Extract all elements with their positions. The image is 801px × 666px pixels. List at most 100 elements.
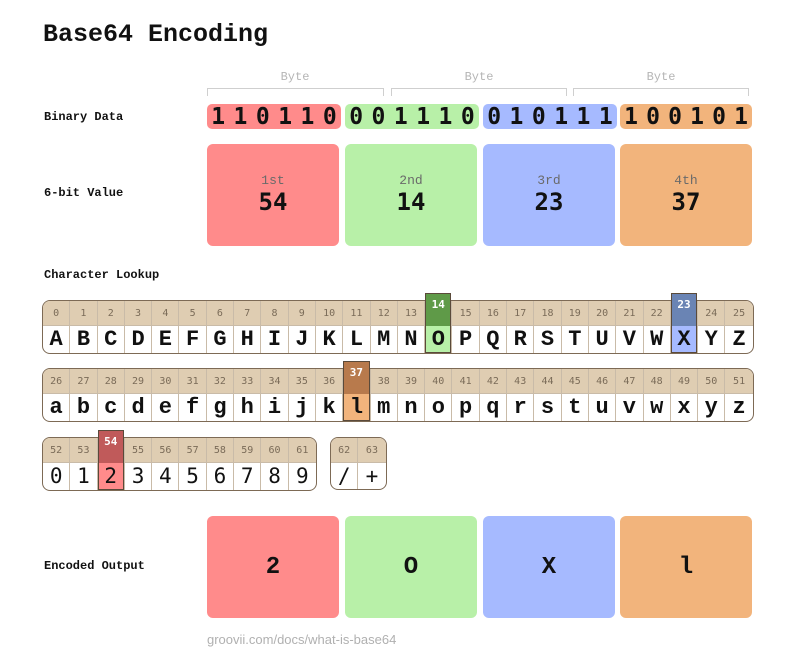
lookup-index: 33	[234, 369, 261, 394]
lookup-char: D	[131, 326, 145, 352]
lookup-index: 26	[43, 369, 70, 394]
lookup-cell-3: 3D	[124, 301, 153, 353]
lookup-char: h	[240, 394, 254, 420]
lookup-index: 42	[479, 369, 507, 394]
lookup-index: 53	[70, 438, 97, 463]
lookup-char: x	[677, 394, 691, 420]
lookup-cell-17: 17 R	[507, 301, 535, 353]
lookup-cell-61: 61 9	[288, 438, 316, 490]
lookup-index: 59	[234, 438, 261, 463]
lookup-index: 25	[725, 301, 753, 326]
encoded-char: O	[403, 553, 419, 581]
bit: 1	[624, 103, 638, 130]
bit: 1	[576, 103, 591, 130]
lookup-cell-59: 59 7	[234, 438, 262, 490]
lookup-cell-9: 9J	[288, 301, 316, 353]
lookup-cell-63: 63 +	[358, 438, 386, 489]
lookup-index: 0	[43, 301, 70, 326]
sixbit-value: 37	[671, 188, 701, 216]
lookup-cell-5: 5F	[179, 301, 207, 353]
sixbit-value: 54	[258, 188, 288, 216]
sixbit-value-label: 6-bit Value	[44, 186, 124, 200]
binary-data-label: Binary Data	[44, 110, 124, 124]
bit: 1	[509, 103, 524, 130]
lookup-index: 1	[70, 301, 97, 326]
lookup-char: H	[240, 326, 254, 352]
lookup-index: 40	[425, 369, 452, 394]
lookup-char: W	[650, 326, 664, 352]
lookup-index: 12	[370, 301, 397, 326]
sixbit-card-1: 1st 54	[207, 144, 339, 246]
lookup-cell-56: 56 4	[152, 438, 180, 490]
lookup-char: S	[540, 326, 555, 352]
lookup-char: J	[295, 326, 309, 352]
character-lookup-label: Character Lookup	[44, 268, 160, 282]
lookup-char: b	[76, 394, 91, 420]
lookup-char: 8	[268, 464, 281, 488]
lookup-char: 3	[131, 464, 145, 488]
lookup-char: l	[343, 394, 370, 421]
lookup-char: c	[104, 394, 118, 420]
bit: 0	[712, 103, 726, 130]
byte-bracket-3	[573, 88, 749, 96]
bit: 1	[690, 103, 704, 130]
lookup-char: Y	[704, 326, 718, 352]
lookup-char: 5	[186, 464, 199, 488]
lookup-cell-0: 0A	[43, 301, 71, 353]
lookup-cell-46: 46 u	[588, 369, 617, 421]
lookup-cell-47: 47 v	[616, 369, 644, 421]
bit: 1	[416, 103, 431, 130]
lookup-char: N	[404, 326, 418, 352]
lookup-char: r	[513, 394, 527, 420]
lookup-index: 14	[425, 293, 452, 326]
bit: 1	[393, 103, 408, 130]
lookup-index: 4	[152, 301, 179, 326]
lookup-char: 9	[295, 464, 309, 488]
lookup-cell-53: 53 1	[70, 438, 98, 490]
lookup-char: 6	[213, 464, 227, 488]
lookup-index: 39	[397, 369, 425, 394]
lookup-cell-11: 11 L	[343, 301, 371, 353]
lookup-cell-33: 33 h	[234, 369, 262, 421]
lookup-char: 0	[49, 464, 63, 488]
sixbit-card-4: 4th 37	[620, 144, 752, 246]
bit: 0	[531, 103, 546, 130]
lookup-cell-21: 21 V	[616, 301, 644, 353]
lookup-index: 18	[534, 301, 561, 326]
bit: 1	[554, 103, 569, 130]
bit: 0	[349, 103, 364, 130]
lookup-cell-8: 8I	[261, 301, 289, 353]
lookup-char: A	[49, 326, 63, 352]
lookup-cell-29: 29 d	[124, 369, 153, 421]
lookup-index: 45	[561, 369, 588, 394]
lookup-index: 47	[616, 369, 643, 394]
lookup-char: o	[431, 394, 445, 420]
lookup-char: m	[377, 394, 391, 420]
lookup-cell-19: 19 T	[561, 301, 589, 353]
lookup-index: 32	[206, 369, 234, 394]
lookup-index: 30	[152, 369, 179, 394]
sixbit-ordinal: 1st	[261, 173, 285, 188]
lookup-char: F	[186, 326, 200, 352]
lookup-cell-31: 31 f	[179, 369, 207, 421]
bit: 0	[322, 103, 337, 130]
lookup-cell-37: 37 l	[343, 361, 371, 421]
lookup-char: y	[704, 394, 718, 420]
lookup-cell-14: 14 O	[425, 293, 453, 353]
lookup-char: 1	[77, 464, 90, 488]
lookup-char: n	[404, 394, 418, 420]
lookup-cell-27: 27 b	[70, 369, 98, 421]
bit: 1	[233, 103, 248, 130]
lookup-cell-2: 2C	[97, 301, 125, 353]
lookup-char: R	[513, 326, 527, 352]
lookup-index: 19	[561, 301, 588, 326]
lookup-char: G	[213, 326, 227, 352]
lookup-char: Q	[486, 326, 500, 352]
lookup-cell-62: 62/	[331, 438, 359, 489]
lookup-char: i	[267, 394, 282, 420]
lookup-cell-32: 32 g	[206, 369, 235, 421]
sixbit-card-2: 2nd 14	[345, 144, 477, 246]
byte-label-1: Byte	[280, 70, 310, 84]
lookup-cell-38: 38 m	[370, 369, 398, 421]
binary-group-1: 110110	[207, 103, 341, 130]
